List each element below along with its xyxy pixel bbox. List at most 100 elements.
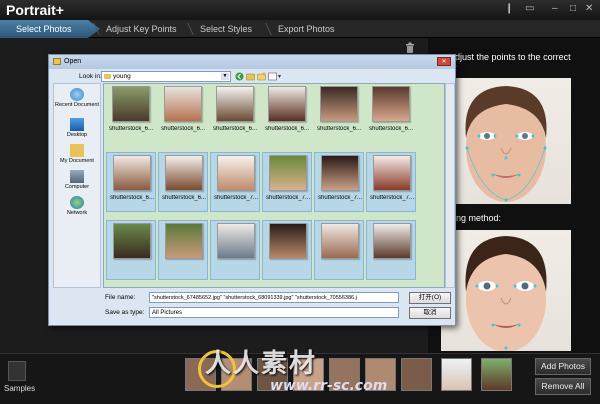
look-in-select[interactable]: young ▼ [101, 71, 231, 82]
file-item[interactable] [158, 220, 208, 280]
desktop-icon [70, 118, 84, 131]
add-photos-button[interactable]: Add Photos [535, 358, 591, 375]
file-name: shutterstock_6... [212, 126, 258, 132]
face-morphing-example [441, 230, 571, 351]
maximize-icon[interactable]: □ [570, 3, 576, 14]
file-item[interactable] [210, 220, 260, 280]
file-name: shutterstock_7... [369, 195, 415, 201]
file-item[interactable] [106, 220, 156, 280]
new-folder-icon[interactable] [257, 72, 266, 81]
samples-icon[interactable] [8, 361, 26, 381]
thumbnail [216, 86, 254, 122]
thumbnail [373, 223, 411, 259]
view-menu-icon[interactable] [268, 72, 282, 81]
back-icon[interactable] [235, 72, 244, 81]
thumbnail [268, 86, 306, 122]
thumbnail [112, 86, 150, 122]
file-item[interactable] [366, 220, 416, 280]
thumbnail [372, 86, 410, 122]
thumbnail [217, 223, 255, 259]
file-name: shutterstock_6... [109, 195, 155, 201]
feedback-icon[interactable]: ▭ [525, 3, 534, 14]
place-computer[interactable]: Computer [54, 170, 100, 190]
file-item[interactable]: shutterstock_7... [314, 152, 364, 212]
remove-all-button[interactable]: Remove All [535, 378, 591, 395]
thumbnail [321, 155, 359, 191]
recent-icon [70, 88, 84, 101]
app-title: Portrait+ [6, 2, 64, 18]
file-item[interactable]: shutterstock_6... [106, 152, 156, 212]
file-item[interactable]: shutterstock_7... [366, 152, 416, 212]
file-item[interactable]: shutterstock_7... [262, 152, 312, 212]
look-in-label: Look in: [79, 73, 102, 80]
thumbnail [373, 155, 411, 191]
place-label: Recent Document [54, 102, 100, 108]
close-icon[interactable]: ✕ [585, 3, 593, 14]
strip-thumb[interactable] [441, 358, 472, 391]
file-list-scrollbar[interactable] [445, 83, 455, 288]
file-item[interactable]: shutterstock_7... [210, 152, 260, 212]
place-label: Computer [64, 184, 90, 190]
file-item[interactable]: shutterstock_6... [106, 84, 156, 144]
file-name-input[interactable]: "shutterstock_67485652.jpg" "shutterstoc… [149, 292, 399, 303]
thumbnail [165, 223, 203, 259]
look-in-value: young [113, 73, 131, 80]
dialog-title: Open [64, 58, 82, 65]
file-item[interactable]: shutterstock_6... [366, 84, 416, 144]
file-type-select[interactable]: All Pictures [149, 307, 399, 318]
step-export-photos[interactable]: Export Photos [262, 20, 362, 38]
file-name: shutterstock_6... [108, 126, 154, 132]
strip-thumb[interactable] [401, 358, 432, 391]
file-item[interactable] [262, 220, 312, 280]
chevron-down-icon[interactable]: ▼ [221, 73, 229, 80]
file-name: shutterstock_7... [317, 195, 363, 201]
network-icon [70, 196, 84, 209]
dialog-title-bar[interactable]: Open ✕ [49, 55, 455, 69]
thumbnail [320, 86, 358, 122]
cancel-button[interactable]: 取消 [409, 307, 451, 319]
file-name: shutterstock_6... [368, 126, 414, 132]
title-bar: Portrait+ ❙ ▭ – □ ✕ [0, 0, 600, 20]
thumbnail [164, 86, 202, 122]
instruction-bottom: ing method: [454, 213, 502, 223]
folder-icon [53, 58, 61, 65]
place-my-documents[interactable]: My Document [54, 144, 100, 164]
step-select-styles[interactable]: Select Styles [184, 20, 266, 38]
file-item[interactable]: shutterstock_6... [262, 84, 312, 144]
step-select-photos[interactable]: Select Photos [0, 20, 100, 38]
open-button[interactable]: 打开(O) [409, 292, 451, 304]
thumbnail [217, 155, 255, 191]
strip-thumb[interactable] [481, 358, 512, 391]
place-desktop[interactable]: Desktop [54, 118, 100, 138]
file-item[interactable]: shutterstock_6... [210, 84, 260, 144]
place-recent-documents[interactable]: Recent Document [54, 88, 100, 108]
up-folder-icon[interactable] [246, 72, 255, 81]
thumbnail [321, 223, 359, 259]
file-name: shutterstock_6... [160, 126, 206, 132]
file-item[interactable]: shutterstock_6... [158, 84, 208, 144]
place-label: Network [66, 210, 88, 216]
step-label: Select Photos [16, 24, 72, 34]
minimize-icon[interactable]: – [552, 3, 558, 14]
file-name: shutterstock_6... [161, 195, 207, 201]
file-list[interactable]: shutterstock_6... shutterstock_6... shut… [103, 83, 445, 288]
place-label: Desktop [66, 132, 88, 138]
trash-icon[interactable] [405, 42, 415, 53]
file-item[interactable]: shutterstock_6... [314, 84, 364, 144]
watermark-url: www.rr-sc.com [270, 378, 388, 394]
thumbnail [269, 223, 307, 259]
user-icon[interactable]: ❙ [505, 3, 513, 14]
documents-icon [70, 144, 84, 157]
step-label: Adjust Key Points [106, 24, 177, 34]
instruction-top: adjust the points to the correct [450, 52, 571, 62]
step-adjust-key-points[interactable]: Adjust Key Points [90, 20, 186, 38]
file-name: shutterstock_7... [265, 195, 311, 201]
dialog-close-icon[interactable]: ✕ [437, 57, 451, 66]
open-file-dialog: Open ✕ Look in: young ▼ Recent Document … [48, 54, 456, 326]
step-label: Export Photos [278, 24, 335, 34]
file-item[interactable] [314, 220, 364, 280]
file-name: shutterstock_6... [264, 126, 310, 132]
place-network[interactable]: Network [54, 196, 100, 216]
file-item[interactable]: shutterstock_6... [158, 152, 208, 212]
thumbnail [269, 155, 307, 191]
